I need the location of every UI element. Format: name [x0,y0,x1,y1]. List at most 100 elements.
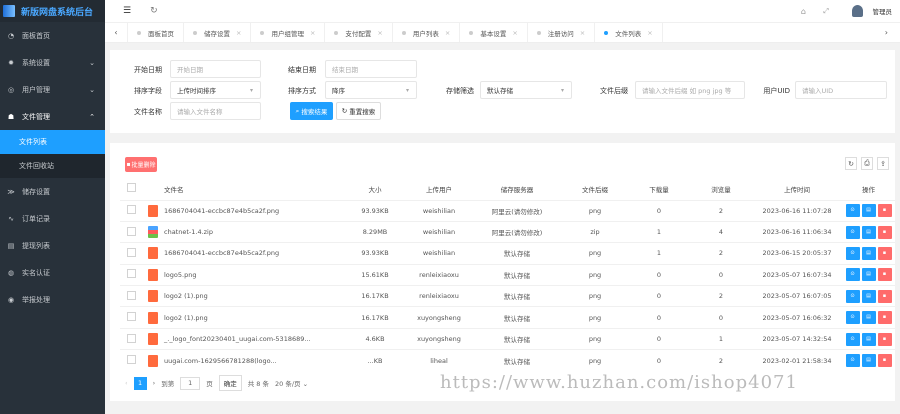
delete-button[interactable]: ▪ [877,289,892,303]
withdraw-icon: ▤ [7,241,15,250]
file-name[interactable]: chatnet-1.4.zip [164,220,344,243]
search-button[interactable]: ⌕ 搜索结果 [290,102,333,120]
start-date-input[interactable]: 开始日期 [170,60,261,78]
edit-button[interactable]: ▤ [861,225,876,239]
reset-button[interactable]: ↻ 重置搜索 [336,102,381,120]
sort-order-select[interactable]: 降序 ▾ [325,81,417,99]
download-button[interactable]: ⊙ [845,225,860,239]
menu-toggle-icon[interactable]: ☰ [123,6,131,16]
tab-3[interactable]: 支付配置 × [325,23,393,42]
sidebar-item-5[interactable]: ∿ 订单记录 [0,205,105,232]
file-name[interactable]: logo2 (1).png [164,306,344,329]
storage-select[interactable]: 默认存储 ▾ [480,81,572,99]
reset-icon: ↻ [341,107,348,115]
select-all-checkbox[interactable] [126,183,136,193]
edit-button[interactable]: ▤ [861,246,876,260]
file-name[interactable]: 1686704041-eccbc87e4b5ca2f.png [164,199,344,222]
row-checkbox[interactable] [126,290,136,300]
tab-2[interactable]: 用户组管理 × [251,23,326,42]
download-button[interactable]: ⊙ [845,204,860,218]
tab-1[interactable]: 储存设置 × [184,23,252,42]
uid-input[interactable]: 请输入UID [795,81,887,99]
tabs-prev-icon[interactable]: ‹ [105,23,128,42]
edit-button[interactable]: ▤ [861,204,876,218]
username[interactable]: 管理员 [873,6,893,16]
close-tab-icon[interactable]: × [512,29,517,37]
close-tab-icon[interactable]: × [236,29,241,37]
edit-button[interactable]: ▤ [861,354,876,368]
export-icon[interactable]: ⇪ [877,157,889,170]
sidebar-subitem-1[interactable]: 文件回收站 [0,154,105,178]
home-icon[interactable]: ⌂ [801,7,806,16]
file-size: 93.93KB [344,242,406,265]
edit-button[interactable]: ▤ [861,332,876,346]
sort-field-select[interactable]: 上传时间排序 ▾ [170,81,261,99]
goto-page-input[interactable]: 1 [180,376,201,390]
file-name[interactable]: logo5.png [164,263,344,286]
row-checkbox[interactable] [126,333,136,343]
prev-page-icon[interactable]: ‹ [125,379,128,387]
storage-icon: ≫ [7,187,15,196]
row-checkbox[interactable] [126,247,136,257]
sidebar-item-4[interactable]: ≫ 储存设置 [0,178,105,205]
filename-input[interactable]: 请输入文件名称 [170,102,261,120]
download-button[interactable]: ⊙ [845,354,860,368]
delete-button[interactable]: ▪ [877,204,892,218]
delete-button[interactable]: ▪ [877,268,892,282]
sidebar-item-3[interactable]: ☗ 文件管理 ⌃ [0,103,105,130]
sidebar-item-6[interactable]: ▤ 提现列表 [0,232,105,259]
delete-button[interactable]: ▪ [877,246,892,260]
file-name[interactable]: logo2 (1).png [164,285,344,307]
tab-6[interactable]: 注册访问 × [528,23,596,42]
sidebar-item-1[interactable]: ✹ 系统设置 ⌄ [0,49,105,76]
batch-delete-button[interactable]: ▪ 批量删除 [125,157,157,172]
row-checkbox[interactable] [126,355,136,365]
refresh-table-icon[interactable]: ↻ [845,157,857,170]
print-icon[interactable]: ⎙ [861,157,873,170]
tab-7[interactable]: 文件列表 × [595,23,663,42]
download-button[interactable]: ⊙ [845,268,860,282]
next-page-icon[interactable]: › [153,379,156,387]
close-tab-icon[interactable]: × [445,29,450,37]
sidebar-item-2[interactable]: ◎ 用户管理 ⌄ [0,76,105,103]
close-tab-icon[interactable]: × [310,29,315,37]
close-tab-icon[interactable]: × [377,29,382,37]
close-tab-icon[interactable]: × [580,29,585,37]
row-checkbox[interactable] [126,226,136,236]
download-button[interactable]: ⊙ [845,289,860,303]
tab-0[interactable]: 面板首页 [128,23,184,42]
row-checkbox[interactable] [126,269,136,279]
edit-button[interactable]: ▤ [861,311,876,325]
row-checkbox[interactable] [126,205,136,215]
file-name[interactable]: _._logo_font20230401_uugai.com-5318689..… [164,327,344,350]
download-button[interactable]: ⊙ [845,311,860,325]
row-actions: ⊙ ▤ ▪ [842,349,895,372]
refresh-icon[interactable]: ↻ [150,6,158,16]
tabs-next-icon[interactable]: › [885,28,888,37]
suffix-input[interactable]: 请输入文件后缀 如 png jpg 等 [635,81,745,99]
avatar[interactable] [852,5,863,17]
sidebar-item-0[interactable]: ◔ 面板首页 [0,22,105,49]
end-date-input[interactable]: 结束日期 [325,60,417,78]
sidebar-item-7[interactable]: ◍ 实名认证 [0,259,105,286]
tab-4[interactable]: 用户列表 × [393,23,461,42]
close-tab-icon[interactable]: × [647,29,652,37]
delete-button[interactable]: ▪ [877,354,892,368]
file-name[interactable]: 1686704041-eccbc87e4b5ca2f.png [164,242,344,265]
sidebar-item-8[interactable]: ◉ 举报处理 [0,286,105,313]
delete-button[interactable]: ▪ [877,332,892,346]
edit-button[interactable]: ▤ [861,268,876,282]
delete-button[interactable]: ▪ [877,225,892,239]
fullscreen-icon[interactable]: ⤢ [823,7,829,16]
goto-confirm-button[interactable]: 确定 [218,375,242,391]
delete-button[interactable]: ▪ [877,311,892,325]
edit-button[interactable]: ▤ [861,289,876,303]
page-size-select[interactable]: 20 条/页 ⌄ [275,378,308,388]
download-button[interactable]: ⊙ [845,332,860,346]
sidebar-subitem-0[interactable]: 文件列表 [0,130,105,154]
download-button[interactable]: ⊙ [845,246,860,260]
page-1[interactable]: 1 [133,376,147,390]
tab-5[interactable]: 基本设置 × [460,23,528,42]
file-name[interactable]: uugai.com-1629566781288(logo... [164,349,344,372]
row-checkbox[interactable] [126,312,136,322]
